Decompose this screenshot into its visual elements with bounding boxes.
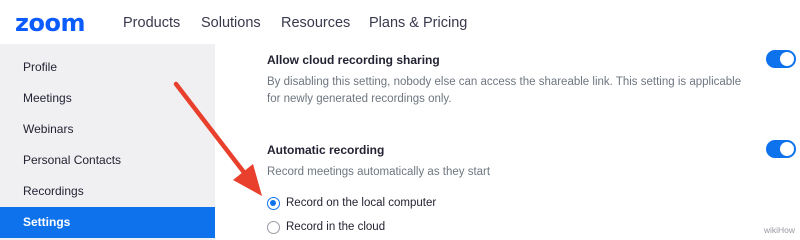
nav-solutions[interactable]: Solutions <box>201 14 261 32</box>
cloud-sharing-description: By disabling this setting, nobody else c… <box>267 76 742 105</box>
automatic-recording-description: Record meetings automatically as they st… <box>267 166 491 178</box>
radio-record-local[interactable]: Record on the local computer <box>267 195 436 211</box>
sidebar-item-webinars[interactable]: Webinars <box>0 114 215 145</box>
toggle-knob <box>780 142 794 156</box>
radio-label-record-cloud: Record in the cloud <box>286 221 386 233</box>
toggle-knob <box>780 52 794 66</box>
sidebar-item-meetings[interactable]: Meetings <box>0 83 215 114</box>
cloud-sharing-title: Allow cloud recording sharing <box>267 53 440 67</box>
arrow-head <box>233 164 262 196</box>
sidebar-item-profile[interactable]: Profile <box>0 52 215 83</box>
zoom-logo[interactable]: zoom <box>15 10 85 36</box>
radio-button-unselected[interactable] <box>267 220 280 234</box>
radio-button-selected[interactable] <box>267 196 280 210</box>
radio-label-record-local: Record on the local computer <box>286 197 437 209</box>
sidebar: Profile Meetings Webinars Personal Conta… <box>0 44 215 240</box>
radio-record-cloud[interactable]: Record in the cloud <box>267 219 385 235</box>
sidebar-item-recordings[interactable]: Recordings <box>0 176 215 207</box>
cloud-sharing-toggle[interactable] <box>766 50 796 68</box>
nav-products[interactable]: Products <box>123 14 180 32</box>
automatic-recording-toggle[interactable] <box>766 140 796 158</box>
nav-plans-pricing[interactable]: Plans & Pricing <box>369 14 467 32</box>
watermark: wikiHow <box>763 225 795 235</box>
automatic-recording-title: Automatic recording <box>267 143 385 157</box>
sidebar-item-personal-contacts[interactable]: Personal Contacts <box>0 145 215 176</box>
nav-resources[interactable]: Resources <box>281 14 350 32</box>
sidebar-item-settings[interactable]: Settings <box>0 207 215 238</box>
top-navigation-bar: zoom Products Solutions Resources Plans … <box>0 0 800 44</box>
